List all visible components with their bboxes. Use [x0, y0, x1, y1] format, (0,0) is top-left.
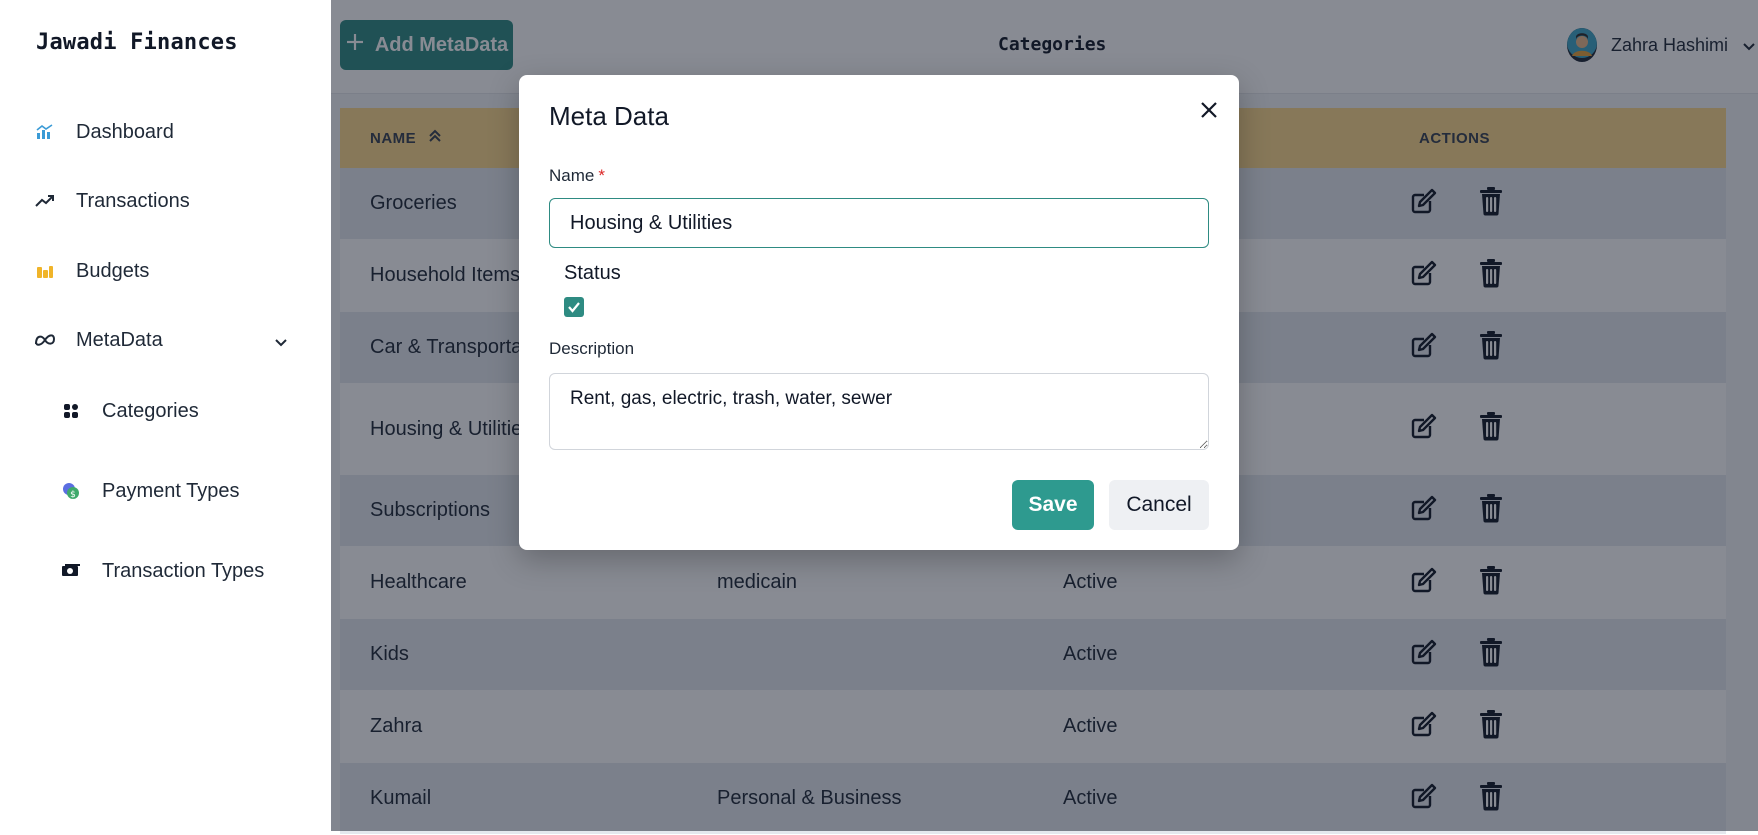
sidebar-item-label: MetaData — [76, 328, 163, 351]
sidebar-item-label: Dashboard — [76, 120, 174, 143]
sidebar-item-label: Payment Types — [102, 479, 240, 502]
required-mark: * — [598, 166, 605, 185]
meta-data-modal: Meta Data Name* Status Description Rent,… — [519, 75, 1239, 550]
status-checkbox[interactable] — [564, 297, 584, 317]
sidebar-item-categories[interactable]: Categories — [60, 395, 199, 427]
name-label: Name * — [549, 166, 605, 186]
svg-text:$: $ — [70, 490, 76, 500]
name-field[interactable] — [549, 198, 1209, 248]
sidebar-item-payment-types[interactable]: $ Payment Types — [60, 475, 239, 507]
close-icon[interactable] — [1194, 95, 1224, 125]
coins-icon — [34, 260, 56, 282]
sidebar-item-budgets[interactable]: Budgets — [34, 255, 149, 287]
sidebar-item-transaction-types[interactable]: Transaction Types — [60, 555, 264, 587]
check-icon — [568, 302, 580, 313]
description-field[interactable]: Rent, gas, electric, trash, water, sewer — [549, 373, 1209, 450]
sidebar-item-metadata[interactable]: MetaData — [34, 324, 294, 356]
cancel-button[interactable]: Cancel — [1109, 480, 1209, 530]
sidebar: Jawadi Finances Dashboard Transactions B… — [0, 0, 331, 831]
grid-icon — [60, 400, 82, 422]
chevron-down-icon[interactable] — [274, 330, 288, 353]
sidebar-item-label: Transactions — [76, 189, 190, 212]
cash-icon — [60, 560, 82, 582]
money-icon: $ — [60, 480, 82, 502]
trending-up-icon — [34, 190, 56, 212]
modal-title: Meta Data — [549, 101, 669, 131]
name-label-text: Name — [549, 166, 595, 185]
meta-icon — [34, 329, 56, 351]
sidebar-item-label: Categories — [102, 399, 199, 422]
status-label: Status — [564, 262, 621, 284]
sidebar-item-transactions[interactable]: Transactions — [34, 185, 190, 217]
sidebar-item-label: Budgets — [76, 259, 150, 282]
save-button[interactable]: Save — [1012, 480, 1094, 530]
app-brand: Jawadi Finances — [36, 30, 238, 55]
sidebar-item-label: Transaction Types — [102, 559, 265, 582]
chart-icon — [34, 121, 56, 143]
description-label: Description — [549, 339, 635, 358]
sidebar-item-dashboard[interactable]: Dashboard — [34, 116, 174, 148]
